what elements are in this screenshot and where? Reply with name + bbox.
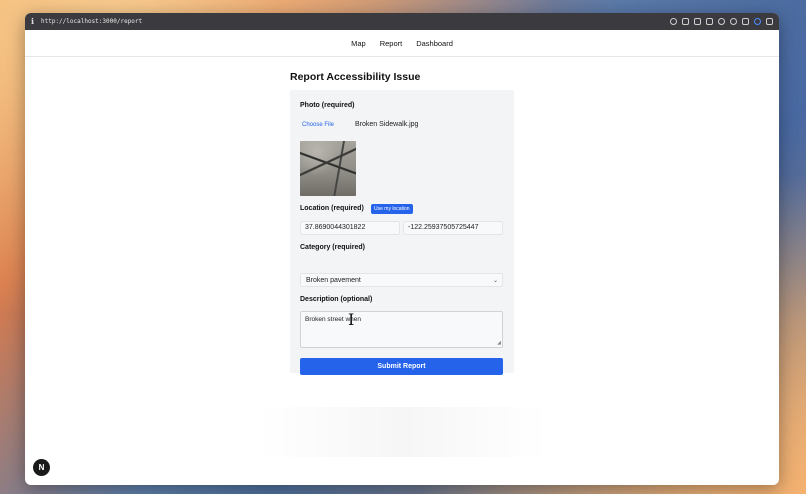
camera-icon[interactable]: [694, 18, 701, 25]
photo-label: Photo (required): [300, 102, 355, 109]
photo-preview: [300, 141, 356, 196]
nav-link-map[interactable]: Map: [351, 39, 366, 48]
page-title: Report Accessibility Issue: [290, 71, 421, 83]
resize-handle-icon[interactable]: ◢: [497, 340, 501, 346]
devtools-icon[interactable]: [742, 18, 749, 25]
settings-icon[interactable]: [730, 18, 737, 25]
category-select[interactable]: Broken pavement ⌄: [300, 273, 503, 287]
report-form: Photo (required) Choose File Broken Side…: [290, 90, 514, 375]
link-icon[interactable]: [670, 18, 677, 25]
toolbar-icons: [670, 18, 773, 25]
sidebar-icon[interactable]: [766, 18, 773, 25]
screenshot-icon[interactable]: [682, 18, 689, 25]
top-nav: Map Report Dashboard: [25, 30, 779, 57]
browser-toolbar: ℹ http://localhost:3000/report: [25, 13, 779, 30]
category-label: Category (required): [300, 244, 365, 251]
extension-icon[interactable]: [718, 18, 725, 25]
location-label: Location (required): [300, 205, 364, 212]
window-icon[interactable]: [706, 18, 713, 25]
faded-overlay: [257, 407, 547, 457]
selected-file-name: Broken Sidewalk.jpg: [355, 121, 419, 128]
description-label: Description (optional): [300, 296, 373, 303]
address-bar[interactable]: http://localhost:3000/report: [41, 18, 142, 25]
nav-link-dashboard[interactable]: Dashboard: [416, 39, 453, 48]
info-icon[interactable]: ℹ: [31, 17, 41, 26]
submit-report-button[interactable]: Submit Report: [300, 358, 503, 375]
description-textarea[interactable]: Broken street when ◢: [300, 311, 503, 348]
chevron-down-icon: ⌄: [492, 278, 498, 284]
nextjs-badge[interactable]: N: [33, 459, 50, 476]
nav-link-report[interactable]: Report: [380, 39, 403, 48]
longitude-input[interactable]: -122.25937505725447: [403, 221, 503, 235]
use-my-location-button[interactable]: Use my location: [371, 204, 413, 214]
category-selected-value: Broken pavement: [306, 277, 361, 284]
latitude-input[interactable]: 37.8690044301822: [300, 221, 400, 235]
browser-window: ℹ http://localhost:3000/report Map Repor…: [25, 13, 779, 485]
choose-file-button[interactable]: Choose File: [302, 122, 335, 128]
profile-icon[interactable]: [754, 18, 761, 25]
text-cursor-icon: I: [348, 310, 355, 329]
